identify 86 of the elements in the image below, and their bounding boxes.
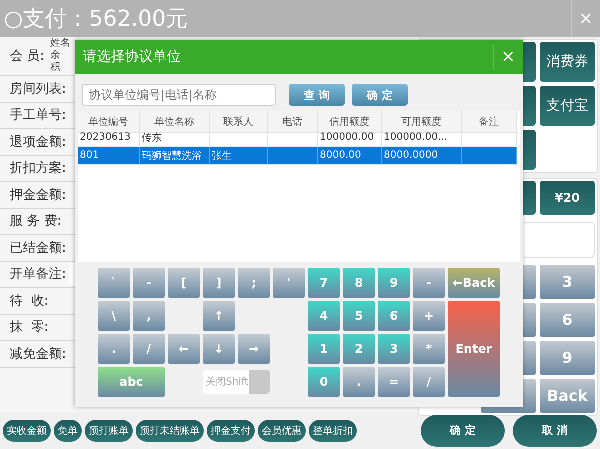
keyboard-key[interactable]: / xyxy=(133,334,165,364)
action-button[interactable]: 实收金额 xyxy=(3,420,51,442)
member-field-label: 余 xyxy=(50,50,62,62)
keyboard-key[interactable]: - xyxy=(413,268,445,298)
table-cell[interactable]: 801 xyxy=(78,147,140,165)
form-label: 退项金额: xyxy=(10,134,66,151)
form-label: 服 务 费: xyxy=(10,213,62,230)
keyboard-key[interactable]: 3 xyxy=(378,334,410,364)
keyboard-key[interactable]: , xyxy=(133,301,165,331)
keyboard-key[interactable]: → xyxy=(238,334,270,364)
keyboard-key[interactable]: ↑ xyxy=(203,301,235,331)
form-label: 已结金额: xyxy=(10,240,66,257)
form-label: 房间列表: xyxy=(10,80,66,98)
keyboard-key[interactable]: ' xyxy=(273,268,305,298)
keyboard-key[interactable]: ↓ xyxy=(203,334,235,364)
table-cell[interactable] xyxy=(462,147,517,165)
action-button[interactable]: 整单折扣 xyxy=(309,420,357,442)
column-header[interactable]: 单位编号 xyxy=(78,111,140,133)
keyboard-key[interactable]: * xyxy=(413,334,445,364)
window-title: ○支付：562.00元 xyxy=(3,6,190,34)
form-label: 减免金额: xyxy=(10,346,66,363)
keyboard-key[interactable]: ` xyxy=(98,268,130,298)
member-field-label: 积 xyxy=(50,62,62,74)
keyboard-key[interactable]: 5 xyxy=(343,301,375,331)
dialog-button[interactable]: 确 定 xyxy=(352,84,408,106)
close-button[interactable]: × xyxy=(571,0,600,37)
keyboard-key[interactable]: = xyxy=(378,367,410,397)
keyboard-key[interactable]: 4 xyxy=(308,301,340,331)
table-cell[interactable] xyxy=(268,147,318,165)
column-header[interactable]: 可用额度 xyxy=(382,111,462,133)
close-button[interactable]: × xyxy=(493,44,523,70)
form-label: 押金金额: xyxy=(10,186,66,204)
action-button[interactable]: 免单 xyxy=(54,420,82,442)
form-label: 折扣方案: xyxy=(10,160,66,178)
keyboard-key[interactable]: 9 xyxy=(378,268,410,298)
keyboard-key[interactable]: \ xyxy=(98,301,130,331)
form-label: 手工单号: xyxy=(10,107,66,124)
column-header[interactable]: 信用额度 xyxy=(318,111,382,133)
action-button[interactable]: 预打未结账单 xyxy=(136,420,204,442)
keyboard-key[interactable]: Enter xyxy=(448,301,500,397)
member-field-label: 姓名 xyxy=(50,38,71,50)
dialog-button[interactable]: 查 询 xyxy=(289,84,345,106)
keyboard-key[interactable]: 2 xyxy=(343,334,375,364)
column-header[interactable]: 单位名称 xyxy=(140,111,210,133)
numpad-key[interactable]: 6 xyxy=(540,303,595,337)
keyboard-key[interactable]: - xyxy=(133,268,165,298)
action-button[interactable]: 押金支付 xyxy=(207,420,255,442)
keyboard-key[interactable]: + xyxy=(413,301,445,331)
table-cell[interactable]: 8000.00 xyxy=(318,147,382,165)
keyboard-key[interactable]: ← xyxy=(168,334,200,364)
column-header[interactable]: 联系人 xyxy=(210,111,268,133)
keyboard-key[interactable]: 7 xyxy=(308,268,340,298)
table-cell[interactable]: 张生 xyxy=(210,147,268,165)
numpad-key[interactable]: 9 xyxy=(540,341,595,375)
keyboard-key[interactable]: ←Back xyxy=(448,268,500,298)
keyboard-key[interactable]: . xyxy=(343,367,375,397)
form-label: 会 员: xyxy=(10,48,45,65)
action-button[interactable]: 预打账单 xyxy=(85,420,133,442)
shift-toggle[interactable]: 关闭Shift xyxy=(203,370,270,394)
pay-button[interactable]: 支付宝 xyxy=(540,86,595,126)
footer-button[interactable]: 确 定 xyxy=(421,414,505,446)
column-header[interactable]: 电话 xyxy=(268,111,318,133)
keyboard-key[interactable]: 1 xyxy=(308,334,340,364)
search-field[interactable]: 协议单位编号|电话|名称 xyxy=(82,84,276,106)
keyboard-key[interactable]: abc xyxy=(98,367,165,397)
keyboard-key[interactable]: / xyxy=(413,367,445,397)
table-cell[interactable]: 8000.0000 xyxy=(382,147,462,165)
column-header[interactable]: 备注 xyxy=(462,111,517,133)
form-label: 待 收: xyxy=(10,292,49,310)
numpad-key[interactable]: 3 xyxy=(540,265,595,299)
keyboard-key[interactable]: [ xyxy=(168,268,200,298)
keyboard-key[interactable]: ; xyxy=(238,268,270,298)
keyboard-key[interactable]: ] xyxy=(203,268,235,298)
dialog-title: 请选择协议单位 xyxy=(82,48,182,66)
keyboard-key[interactable]: 8 xyxy=(343,268,375,298)
numpad-key[interactable]: Back xyxy=(540,379,595,413)
form-label: 开单备注: xyxy=(10,266,66,284)
table-cell[interactable]: 玛狮智慧洗浴 xyxy=(140,147,210,165)
keyboard-key[interactable]: 6 xyxy=(378,301,410,331)
keyboard-key[interactable]: . xyxy=(98,334,130,364)
footer-button[interactable]: 取 消 xyxy=(513,414,597,446)
amount-button[interactable]: ¥20 xyxy=(540,181,595,215)
pay-button[interactable]: 消费券 xyxy=(540,42,595,82)
keyboard-key[interactable]: 0 xyxy=(308,367,340,397)
action-button[interactable]: 会员优惠 xyxy=(258,420,306,442)
form-label: 抹 零: xyxy=(10,319,49,336)
